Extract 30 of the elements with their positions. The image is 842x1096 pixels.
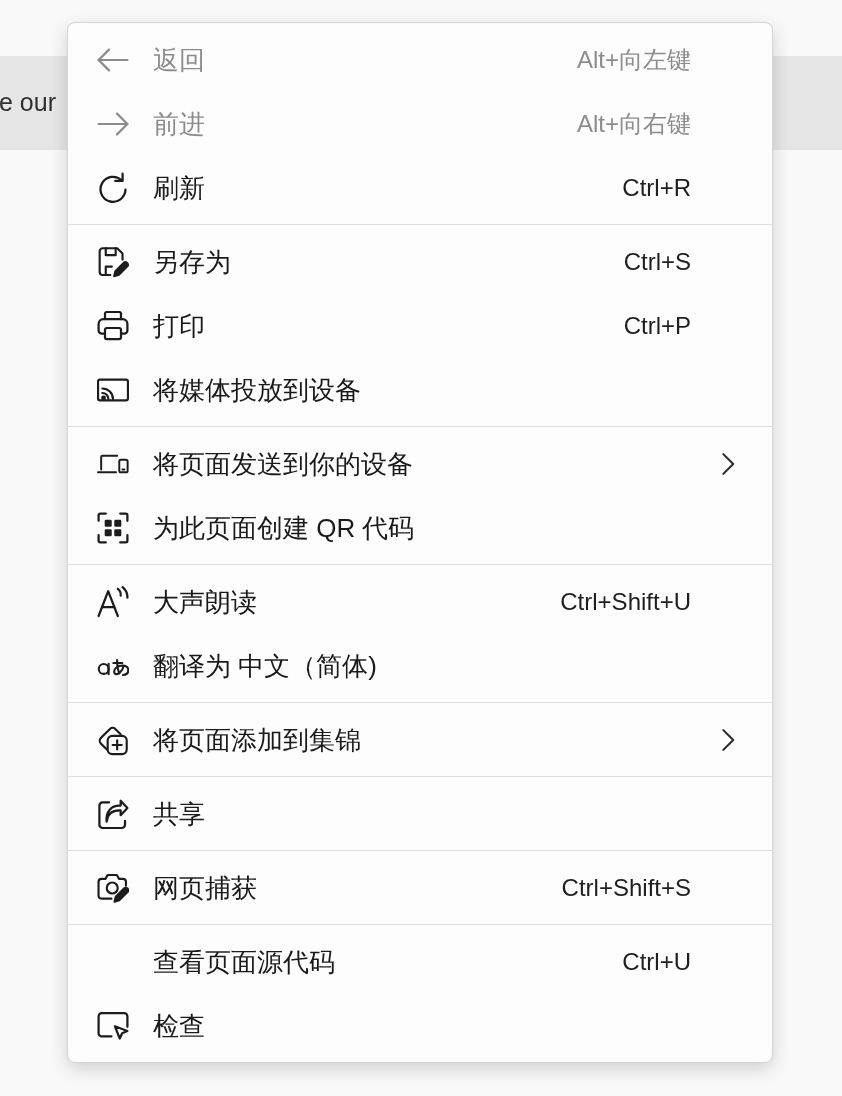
printer-icon xyxy=(97,309,129,342)
refresh-icon xyxy=(97,171,129,204)
menu-item[interactable]: 将页面发送到你的设备 xyxy=(153,447,413,480)
menu-item[interactable]: 共享 xyxy=(153,797,205,830)
shortcut-text: Ctrl+R xyxy=(622,172,691,203)
menu-item[interactable]: 大声朗读 xyxy=(153,585,257,618)
menu-item[interactable]: 查看页面源代码 xyxy=(153,945,335,978)
shortcut-text: Ctrl+P xyxy=(623,310,691,341)
menu-item[interactable]: 翻译为 中文（简体) xyxy=(153,649,377,682)
menu-item[interactable]: 检查 xyxy=(153,1009,205,1042)
page-text: e our xyxy=(0,87,56,119)
menu-item[interactable]: 另存为 xyxy=(153,245,231,278)
shortcut-text: Ctrl+Shift+U xyxy=(560,586,691,617)
menu-item[interactable]: 为此页面创建 QR 代码 xyxy=(153,511,415,544)
shortcut-text: Ctrl+S xyxy=(623,246,691,277)
camera-with-pencil-icon xyxy=(97,871,129,904)
save-with-pencil-icon xyxy=(97,245,129,278)
qr-code-icon xyxy=(97,511,129,544)
screen-with-cursor-icon xyxy=(97,1009,129,1042)
shortcut-text: Alt+向右键 xyxy=(576,108,691,139)
menu-item[interactable]: 刷新 xyxy=(153,171,205,204)
share-icon xyxy=(97,797,129,830)
menu-item[interactable]: 网页捕获 xyxy=(153,871,257,904)
menu-item[interactable]: 打印 xyxy=(153,309,205,342)
menu-item[interactable]: 将页面添加到集锦 xyxy=(153,723,361,756)
read-aloud-icon xyxy=(97,585,129,618)
shortcut-text: Alt+向左键 xyxy=(576,44,691,75)
shortcut-text: Ctrl+U xyxy=(622,946,691,977)
menu-item[interactable]: 将媒体投放到设备 xyxy=(153,373,361,406)
shortcut-text: Ctrl+Shift+S xyxy=(561,872,691,903)
